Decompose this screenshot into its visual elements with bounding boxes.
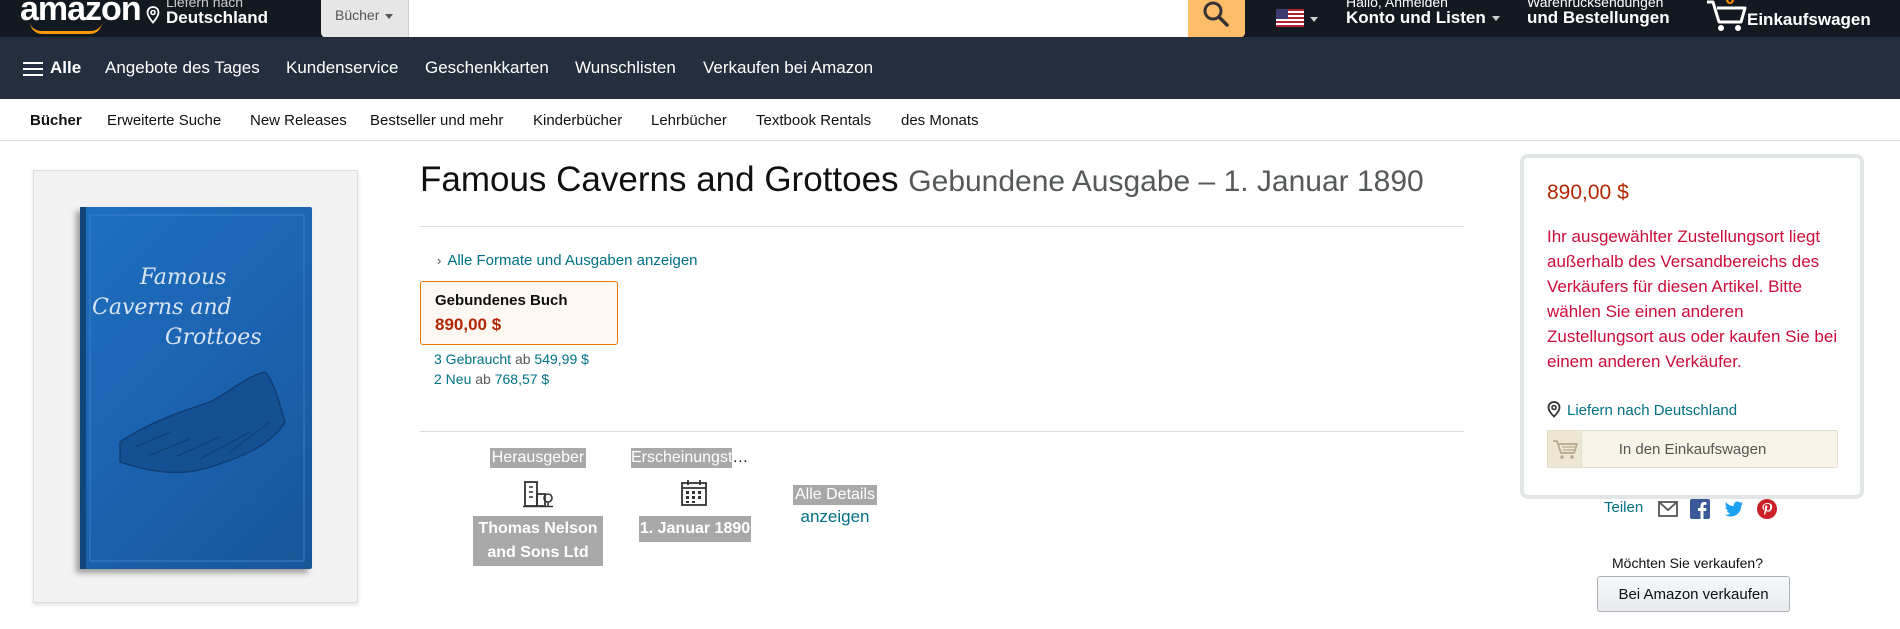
sell-on-amazon-button[interactable]: Bei Amazon verkaufen [1597, 576, 1790, 612]
all-details-link[interactable]: Alle Details anzeigen [772, 485, 898, 527]
calendar-icon [681, 480, 707, 506]
detail-publication-date: Erscheinungst… 1. Januar 1890 [631, 448, 759, 542]
search-category-label: Bücher [335, 7, 380, 23]
used-from-label: ab [514, 351, 531, 367]
buybox-price: 890,00 $ [1547, 181, 1629, 204]
add-to-cart-button[interactable]: In den Einkaufswagen [1547, 430, 1838, 468]
subnav-item-textbook-rentals[interactable]: Textbook Rentals [756, 112, 871, 129]
account-label-row: Konto und Listen [1346, 8, 1500, 28]
search-input[interactable] [410, 0, 1188, 38]
book-cover-illustration [89, 214, 305, 562]
add-to-cart-label: In den Einkaufswagen [1618, 441, 1767, 458]
book-cover: Famous Caverns and Grottoes [80, 207, 312, 569]
all-formats-link[interactable]: › Alle Formate und Ausgaben anzeigen [437, 252, 698, 269]
us-flag-icon[interactable] [1276, 9, 1304, 27]
top-header: amazon Liefern nach Deutschland Bücher H… [0, 0, 1900, 38]
new-from-label: ab [475, 371, 491, 387]
building-icon [523, 481, 553, 508]
nav-item-sell[interactable]: Verkaufen bei Amazon [703, 58, 873, 78]
location-pin-icon [1547, 401, 1561, 418]
used-offers-link[interactable]: 3 Gebraucht ab 549,99 $ [434, 351, 589, 367]
deliver-to-location[interactable]: Liefern nach Deutschland [146, 0, 269, 28]
cover-title-line3: Grottoes [165, 325, 262, 350]
format-name: Gebundenes Buch [435, 292, 568, 309]
used-count: 3 Gebraucht [434, 351, 512, 367]
cart-count: 0 [1725, 0, 1735, 9]
sell-on-amazon-label: Bei Amazon verkaufen [1618, 586, 1769, 603]
product-image[interactable]: Famous Caverns and Grottoes [33, 170, 358, 603]
account-label: Konto und Listen [1346, 8, 1486, 27]
email-icon[interactable] [1658, 499, 1678, 519]
subnav-item-books[interactable]: Bücher [30, 112, 82, 129]
deliver-to-label: Liefern nach Deutschland [1567, 402, 1738, 419]
language-chevron-down-icon [1310, 17, 1318, 22]
new-offers-link[interactable]: 2 Neu ab 768,57 $ [434, 371, 549, 387]
twitter-icon[interactable] [1724, 499, 1744, 519]
location-pin-icon [146, 6, 160, 24]
cart-label: Einkaufswagen [1747, 10, 1871, 29]
format-option-hardcover[interactable]: Gebundenes Buch 890,00 $ [420, 281, 618, 345]
new-price: 768,57 $ [494, 371, 550, 387]
facebook-icon[interactable] [1690, 499, 1710, 519]
deliver-country: Deutschland [166, 8, 269, 27]
all-menu-button[interactable]: Alle [23, 37, 88, 99]
date-label-ellipsis: … [732, 449, 749, 466]
subnav-item-textbooks[interactable]: Lehrbücher [651, 112, 727, 129]
account-and-lists[interactable]: Hallo, Anmelden Konto und Listen [1346, 0, 1500, 28]
divider [420, 226, 1464, 227]
cover-title-line2: Caverns and [92, 295, 232, 320]
hamburger-icon [23, 62, 43, 76]
used-price: 549,99 $ [534, 351, 589, 367]
orders-label: und Bestellungen [1527, 8, 1670, 27]
subnav-item-advanced-search[interactable]: Erweiterte Suche [107, 112, 221, 129]
search-button[interactable] [1188, 0, 1245, 38]
search-bar: Bücher [321, 0, 1245, 38]
product-title: Famous Caverns and Grottoes Gebundene Au… [420, 160, 1424, 200]
sell-question: Möchten Sie verkaufen? [1612, 555, 1763, 571]
deliver-to-link[interactable]: Liefern nach Deutschland [1547, 401, 1737, 419]
all-details-label-2: anzeigen [800, 507, 870, 526]
publisher-value: Thomas Nelson and Sons Ltd [473, 516, 603, 566]
returns-and-orders[interactable]: Warenrücksendungen und Bestellungen [1527, 0, 1670, 28]
product-subtitle: Gebundene Ausgabe – 1. Januar 1890 [908, 165, 1424, 198]
subnav-item-bestsellers[interactable]: Bestseller und mehr [370, 112, 503, 129]
format-price: 890,00 $ [435, 315, 502, 334]
subnav-item-of-the-month[interactable]: des Monats [901, 112, 979, 129]
date-label-row: Erscheinungst… [631, 448, 759, 468]
buy-box: 890,00 $ Ihr ausgewählter Zustellungsort… [1520, 154, 1864, 499]
detail-publisher: Herausgeber Thomas Nelson and Sons Ltd [473, 448, 603, 566]
amazon-smile-icon [30, 22, 102, 34]
chevron-right-icon: › [437, 253, 442, 268]
divider [420, 431, 1464, 432]
date-value: 1. Januar 1890 [638, 516, 752, 542]
books-subnav: Bücher Erweiterte Suche New Releases Bes… [0, 99, 1900, 141]
nav-item-wishlists[interactable]: Wunschlisten [575, 58, 676, 78]
pinterest-icon[interactable] [1757, 499, 1777, 519]
share-label: Teilen [1604, 499, 1644, 516]
subnav-item-childrens-books[interactable]: Kinderbücher [533, 112, 622, 129]
all-formats-label: Alle Formate und Ausgaben anzeigen [447, 252, 698, 269]
product-title-text: Famous Caverns and Grottoes [420, 160, 899, 199]
search-icon [1203, 1, 1229, 27]
new-count: 2 Neu [434, 371, 472, 387]
delivery-warning: Ihr ausgewählter Zustellungsort liegt au… [1547, 227, 1838, 371]
chevron-down-icon [385, 13, 394, 19]
date-label: Erscheinungst [631, 448, 733, 468]
main-nav: Alle Angebote des Tages Kundenservice Ge… [0, 37, 1900, 99]
chevron-down-icon [1491, 16, 1500, 22]
publisher-label: Herausgeber [489, 448, 587, 468]
nav-item-gift-cards[interactable]: Geschenkkarten [425, 58, 549, 78]
search-category-select[interactable]: Bücher [321, 0, 409, 38]
nav-item-customer-service[interactable]: Kundenservice [286, 58, 398, 78]
all-menu-label: Alle [50, 58, 82, 77]
all-details-label: Alle Details [792, 485, 878, 505]
cover-title-line1: Famous [140, 265, 227, 290]
subnav-item-new-releases[interactable]: New Releases [250, 112, 347, 129]
nav-item-deals[interactable]: Angebote des Tages [105, 58, 260, 78]
